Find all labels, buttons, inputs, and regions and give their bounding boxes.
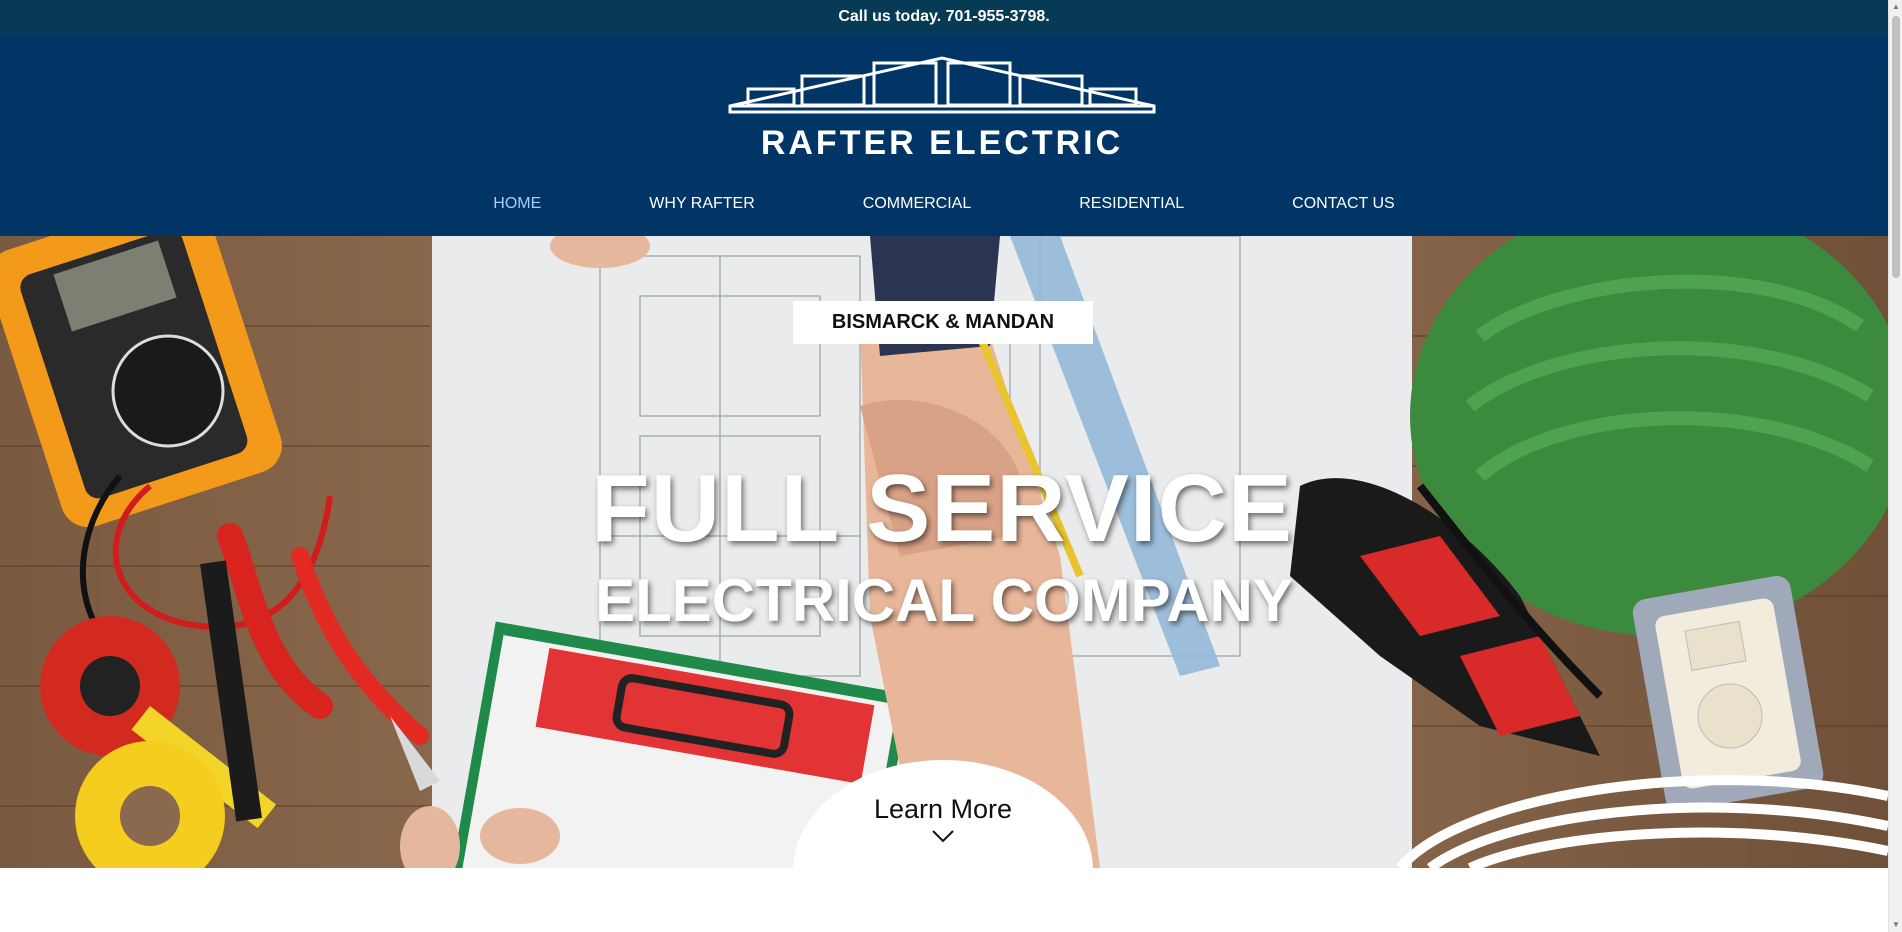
- scroll-down-icon[interactable]: ▼: [1889, 918, 1902, 932]
- main-nav: HOME WHY RAFTER COMMERCIAL RESIDENTIAL C…: [0, 189, 1888, 219]
- top-bar: Call us today. 701-955-3798.: [0, 0, 1888, 34]
- logo-text: RAFTER ELECTRIC: [760, 124, 1124, 162]
- learn-more-label: Learn More: [873, 794, 1013, 824]
- nav-why-rafter[interactable]: WHY RAFTER: [595, 189, 808, 219]
- page-scrollbar[interactable]: ▲ ▼: [1888, 0, 1902, 932]
- nav-residential[interactable]: RESIDENTIAL: [1025, 189, 1238, 219]
- hero-section: BISMARCK & MANDAN FULL SERVICE ELECTRICA…: [0, 236, 1888, 868]
- scroll-thumb[interactable]: [1892, 16, 1900, 278]
- chevron-down-icon: [932, 830, 954, 843]
- call-us-text: Call us today. 701-955-3798.: [838, 8, 1050, 25]
- nav-contact-us[interactable]: CONTACT US: [1238, 189, 1449, 219]
- site-logo[interactable]: RAFTER ELECTRIC: [726, 54, 1158, 162]
- scroll-up-icon[interactable]: ▲: [1889, 0, 1902, 14]
- hero-headline-line2: ELECTRICAL COMPANY: [595, 567, 1293, 634]
- nav-commercial[interactable]: COMMERCIAL: [809, 189, 1025, 219]
- nav-home[interactable]: HOME: [439, 189, 595, 219]
- learn-more-button[interactable]: Learn More: [793, 760, 1093, 868]
- site-header: RAFTER ELECTRIC HOME WHY RAFTER COMMERCI…: [0, 34, 1888, 236]
- hero-headline-line1: FULL SERVICE: [591, 455, 1293, 562]
- location-badge: BISMARCK & MANDAN: [793, 301, 1093, 344]
